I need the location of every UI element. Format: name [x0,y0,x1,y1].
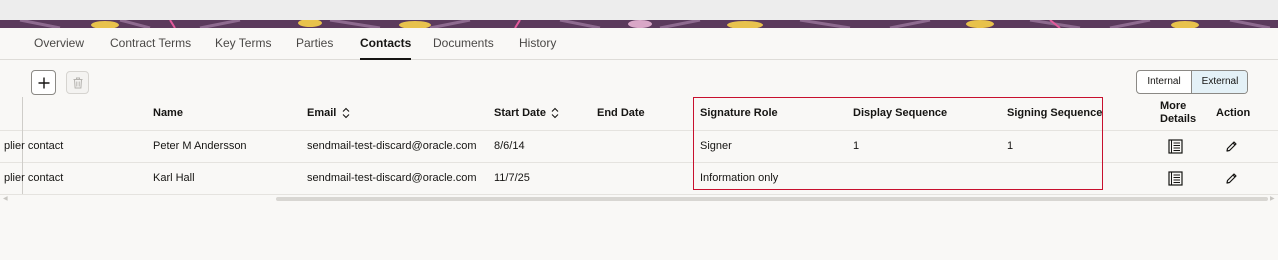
column-header-name[interactable]: Name [153,107,183,119]
browser-top-strip [0,0,1278,20]
row-name: Peter M Andersson [153,140,247,152]
tab-parties[interactable]: Parties [296,28,333,60]
trash-icon [73,77,82,88]
delete-contact-button[interactable] [66,71,89,94]
tab-documents[interactable]: Documents [433,28,494,60]
column-header-email[interactable]: Email [307,107,336,119]
tab-bar: Overview Contract Terms Key Terms Partie… [0,28,1278,60]
row-start-date: 11/7/25 [494,172,530,184]
column-header-start-date[interactable]: Start Date [494,107,546,119]
tab-contract-terms[interactable]: Contract Terms [110,28,191,60]
edit-pencil-icon[interactable] [1225,172,1238,185]
column-header-end-date[interactable]: End Date [597,107,645,119]
column-header-action: Action [1216,107,1251,119]
row-contact-role: plier contact [4,140,64,152]
edit-pencil-icon[interactable] [1225,140,1238,153]
tab-history[interactable]: History [519,28,556,60]
decorative-banner [0,20,1278,28]
add-contact-button[interactable] [31,70,56,95]
tab-contacts[interactable]: Contacts [360,28,412,60]
row-start-date: 8/6/14 [494,140,525,152]
signature-columns-highlight [693,97,1103,190]
sort-icon[interactable] [551,107,559,119]
row-email: sendmail-test-discard@oracle.com [307,140,477,152]
scroll-left-icon[interactable]: ◀ [3,195,8,202]
internal-external-toggle: Internal External [1136,70,1248,94]
external-toggle-button[interactable]: External [1192,71,1247,93]
internal-toggle-button[interactable]: Internal [1137,71,1192,93]
column-header-more-details-line1: More [1160,100,1187,112]
row-name: Karl Hall [153,172,195,184]
tab-overview[interactable]: Overview [34,28,84,60]
details-icon[interactable] [1168,171,1183,186]
tab-key-terms[interactable]: Key Terms [215,28,271,60]
row-divider [0,194,1278,195]
scroll-right-icon[interactable]: ▶ [1270,195,1275,202]
sort-icon[interactable] [342,107,350,119]
row-contact-role: plier contact [4,172,64,184]
plus-icon [38,77,49,88]
details-icon[interactable] [1168,139,1183,154]
horizontal-scrollbar-thumb[interactable] [276,197,1268,201]
column-header-more-details-line2: Details [1160,113,1197,125]
row-email: sendmail-test-discard@oracle.com [307,172,477,184]
